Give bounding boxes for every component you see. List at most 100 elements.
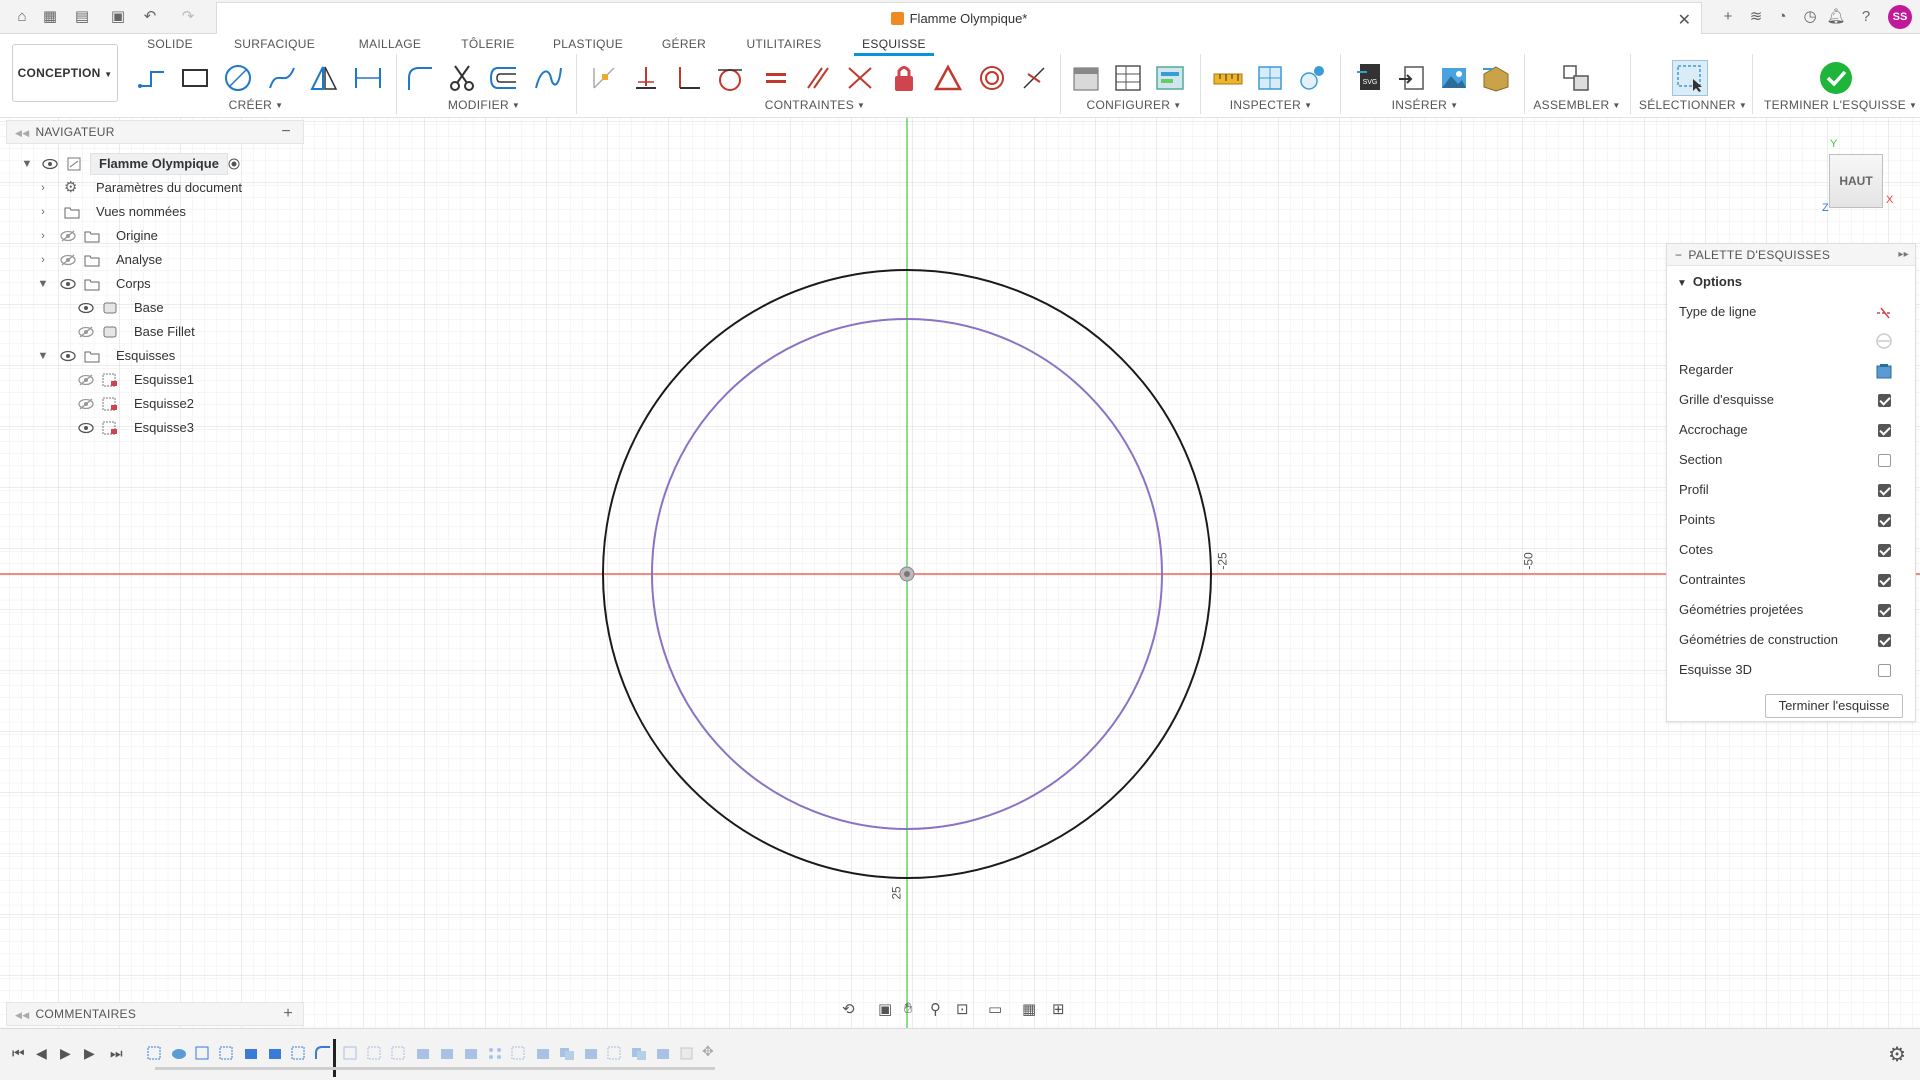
collapse-icon[interactable]: − (1675, 248, 1682, 262)
group-inserer[interactable]: INSÉRER ▼ (1380, 98, 1470, 112)
timeline-extrude-icon[interactable] (654, 1045, 672, 1061)
display-settings-icon[interactable]: ▭ (988, 1000, 1002, 1018)
chevron-down-icon[interactable]: ▼ (20, 152, 34, 176)
midpoint-constraint[interactable] (1016, 60, 1052, 96)
tree-item-bodies[interactable]: ▼ Corps (6, 272, 296, 296)
finish-sketch-button[interactable]: Terminer l'esquisse (1765, 694, 1903, 718)
projected-geometry-checkbox[interactable] (1878, 604, 1891, 617)
workspace-switcher[interactable]: CONCEPTION ▼ (12, 44, 118, 102)
sketch-grid-checkbox[interactable] (1878, 394, 1891, 407)
close-tab-icon[interactable]: ✕ (1678, 10, 1691, 30)
notifications-icon[interactable]: 🔔︎ (1826, 7, 1846, 27)
perpendicular-constraint[interactable] (670, 60, 706, 96)
add-comment-icon[interactable]: + (283, 1003, 293, 1025)
timeline-extrude-icon[interactable] (414, 1045, 432, 1061)
timeline-extrude-icon[interactable] (534, 1045, 552, 1061)
timeline-sketch-icon[interactable] (390, 1045, 408, 1061)
timeline-sketch-icon[interactable] (290, 1045, 308, 1061)
coincident-constraint[interactable] (586, 60, 622, 96)
timeline-extrude-icon[interactable] (582, 1045, 600, 1061)
tab-solide[interactable]: SOLIDE (146, 34, 194, 56)
tree-item-body-base[interactable]: Base (6, 296, 296, 320)
group-terminer[interactable]: TERMINER L'ESQUISSE ▼ (1764, 98, 1917, 112)
measure-tool[interactable] (1210, 60, 1246, 96)
tab-tolerie[interactable]: TÔLERIE (460, 34, 516, 56)
dimension-tool[interactable] (350, 60, 386, 96)
collinear-constraint[interactable] (842, 60, 878, 96)
timeline-extrude-icon[interactable] (266, 1045, 284, 1061)
constraints-checkbox[interactable] (1878, 574, 1891, 587)
configure-tool-2[interactable] (1110, 60, 1146, 96)
horizontal-constraint[interactable] (628, 60, 664, 96)
file-menu-icon[interactable]: ▤ (72, 7, 92, 27)
extensions-icon[interactable]: ≋ (1746, 7, 1766, 27)
chevron-right-icon[interactable]: › (36, 200, 50, 224)
concentric-constraint[interactable] (974, 60, 1010, 96)
tab-maillage[interactable]: MAILLAGE (356, 34, 424, 56)
eye-icon[interactable] (78, 302, 94, 314)
chevron-right-icon[interactable]: › (36, 176, 50, 200)
tree-item-sketch3[interactable]: Esquisse3 (6, 416, 296, 440)
3d-sketch-checkbox[interactable] (1878, 664, 1891, 677)
fit-icon[interactable]: ⊡ (956, 1000, 969, 1018)
document-tab[interactable]: Flamme Olympique* ✕ (216, 2, 1702, 34)
tree-item-document-settings[interactable]: › ⚙ Paramètres du document (6, 176, 296, 200)
tree-item-sketch1[interactable]: Esquisse1 (6, 368, 296, 392)
timeline-combine-icon[interactable] (630, 1045, 648, 1061)
group-creer[interactable]: CRÉER ▼ (216, 98, 296, 112)
grid-settings-icon[interactable]: ▦ (1022, 1000, 1036, 1018)
activate-radio-icon[interactable] (228, 158, 240, 170)
pan-icon[interactable]: ✋︎ (904, 1000, 913, 1017)
eye-hidden-icon[interactable] (60, 230, 76, 242)
group-inspecter[interactable]: INSPECTER ▼ (1226, 98, 1316, 112)
help-icon[interactable]: ? (1856, 7, 1876, 27)
tab-plastique[interactable]: PLASTIQUE (552, 34, 624, 56)
tree-item-sketches[interactable]: ▼ Esquisses (6, 344, 296, 368)
insert-image-tool[interactable] (1436, 60, 1472, 96)
viewcube[interactable]: HAUT (1829, 154, 1883, 208)
expand-arrows-icon[interactable]: ▸▸ (1898, 244, 1909, 266)
step-forward-icon[interactable]: ▶ (84, 1045, 95, 1062)
circle-tool[interactable] (220, 60, 256, 96)
rectangle-tool[interactable] (177, 60, 213, 96)
fix-constraint[interactable] (886, 60, 922, 96)
insert-mesh-tool[interactable] (1478, 60, 1514, 96)
save-icon[interactable]: ▣ (108, 7, 128, 27)
timeline-extrude-icon[interactable] (462, 1045, 480, 1061)
chevron-down-icon[interactable]: ▼ (36, 272, 50, 296)
tab-utilitaires[interactable]: UTILITAIRES (744, 34, 824, 56)
tree-item-analysis[interactable]: › Analyse (6, 248, 296, 272)
timeline-sketch-icon[interactable] (366, 1045, 384, 1061)
eye-hidden-icon[interactable] (78, 326, 94, 338)
section-checkbox[interactable] (1878, 454, 1891, 467)
viewports-icon[interactable]: ⊞ (1052, 1000, 1065, 1018)
select-tool[interactable] (1672, 60, 1708, 96)
profile-checkbox[interactable] (1878, 484, 1891, 497)
tree-item-origin[interactable]: › Origine (6, 224, 296, 248)
timeline-extrude-icon[interactable] (438, 1045, 456, 1061)
timeline-body-icon[interactable] (678, 1045, 696, 1061)
timeline-sketch-icon[interactable] (218, 1045, 236, 1061)
eye-hidden-icon[interactable] (78, 398, 94, 410)
go-to-start-icon[interactable]: ⏮ (12, 1045, 25, 1062)
finish-sketch-tool[interactable] (1818, 60, 1854, 96)
polygon-tool[interactable] (306, 60, 342, 96)
assemble-tool[interactable] (1558, 60, 1594, 96)
eye-icon[interactable] (60, 278, 76, 290)
tree-item-named-views[interactable]: › Vues nommées (6, 200, 296, 224)
tab-surfacique[interactable]: SURFACIQUE (234, 34, 315, 56)
look-at-icon[interactable]: ▣ (878, 1000, 892, 1018)
timeline-sketch-icon[interactable] (606, 1045, 624, 1061)
eye-icon[interactable] (78, 422, 94, 434)
equal-constraint[interactable] (758, 60, 794, 96)
gear-icon[interactable]: ⚙ (1888, 1042, 1906, 1067)
step-back-icon[interactable]: ◀ (36, 1045, 47, 1062)
snap-checkbox[interactable] (1878, 424, 1891, 437)
arc-tool[interactable] (264, 60, 300, 96)
timeline-sketch-icon[interactable] (194, 1045, 212, 1061)
insert-svg-tool[interactable]: SVG (1352, 60, 1388, 96)
group-assembler[interactable]: ASSEMBLER ▼ (1532, 98, 1622, 112)
tree-item-sketch2[interactable]: Esquisse2 (6, 392, 296, 416)
eye-icon[interactable] (42, 158, 58, 170)
collapse-panel-icon[interactable]: − (281, 121, 291, 143)
